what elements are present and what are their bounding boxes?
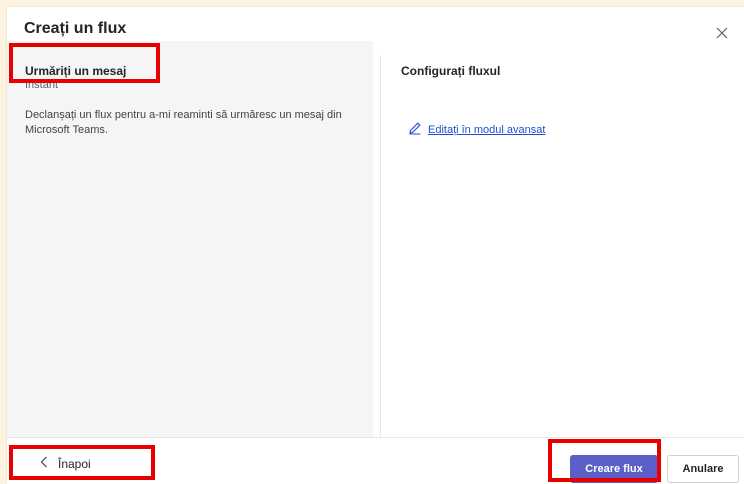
- pencil-icon: [408, 121, 422, 138]
- config-title: Configurați fluxul: [401, 64, 501, 78]
- flow-name: Urmăriți un mesaj: [25, 64, 127, 78]
- chevron-left-icon: [40, 456, 48, 471]
- flow-type-text: Instant: [25, 83, 59, 91]
- back-label: Înapoi: [58, 456, 91, 471]
- flow-description: Declanșați un flux pentru a-mi reaminti …: [25, 109, 342, 136]
- close-icon[interactable]: [712, 23, 732, 43]
- edit-advanced-link[interactable]: Editați în modul avansat: [408, 121, 545, 138]
- create-flow-button[interactable]: Creare flux: [570, 455, 658, 483]
- dialog-title: Creați un flux: [24, 20, 127, 37]
- pane-divider: [380, 55, 381, 437]
- back-button[interactable]: Înapoi: [40, 456, 91, 471]
- flow-details-pane: [7, 41, 373, 437]
- create-flow-dialog: Creați un flux Urmăriți un mesaj Instant…: [7, 7, 744, 484]
- cancel-button[interactable]: Anulare: [667, 455, 739, 483]
- flow-type: Instant: [25, 83, 58, 94]
- footer-divider: [7, 437, 744, 438]
- edit-advanced-label: Editați în modul avansat: [428, 123, 546, 136]
